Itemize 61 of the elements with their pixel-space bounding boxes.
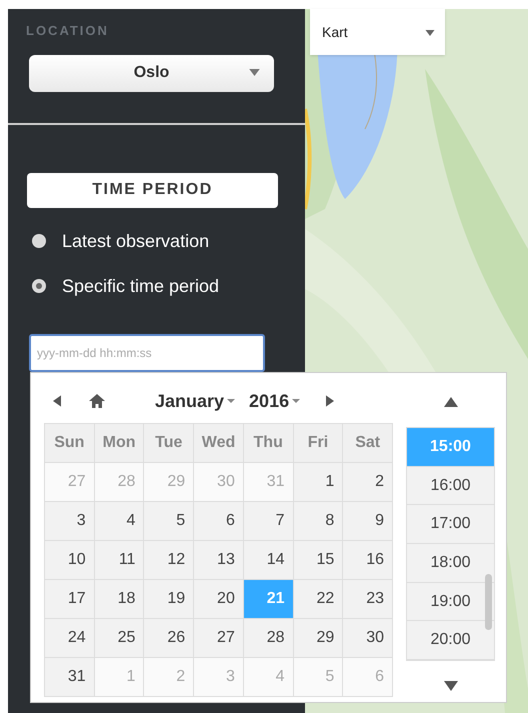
day-cell[interactable]: 12	[144, 541, 194, 579]
caret-icon	[425, 30, 435, 36]
date-input[interactable]: yyy-mm-dd hh:mm:ss	[29, 334, 265, 372]
radio-label[interactable]: Latest observation	[62, 228, 210, 254]
weekday-header: Wed	[194, 424, 243, 462]
day-cell[interactable]: 18	[94, 580, 144, 618]
day-cell[interactable]: 15	[294, 541, 342, 579]
caret-icon	[249, 68, 260, 76]
home-icon[interactable]	[89, 394, 105, 408]
weekday-header: Thu	[244, 424, 293, 462]
day-cell[interactable]: 26	[144, 619, 194, 657]
weekday-header: Sun	[45, 424, 94, 462]
day-cell[interactable]: 11	[94, 541, 144, 579]
location-select[interactable]: Oslo	[29, 54, 274, 92]
day-cell[interactable]: 28	[244, 619, 293, 657]
day-cell[interactable]: 19	[144, 580, 194, 618]
caret-icon	[227, 399, 236, 403]
day-cell[interactable]: 25	[94, 619, 144, 657]
map-type-select[interactable]: Kart	[310, 9, 445, 55]
day-cell[interactable]: 10	[45, 541, 94, 579]
day-cell[interactable]: 30	[343, 619, 392, 657]
day-cell[interactable]: 1	[294, 463, 342, 501]
weekday-header: Tue	[144, 424, 194, 462]
location-label: LOCATION	[26, 22, 110, 40]
radio-label[interactable]: Specific time period	[62, 272, 220, 300]
day-cell[interactable]: 20	[194, 580, 243, 618]
day-cell[interactable]: 8	[294, 502, 342, 540]
day-cell[interactable]: 6	[194, 502, 243, 540]
weekday-header: Sat	[343, 424, 392, 462]
caret-icon	[292, 399, 300, 403]
day-cell[interactable]: 31	[45, 658, 94, 696]
day-cell[interactable]: 16	[343, 541, 392, 579]
day-cell[interactable]: 5	[144, 502, 194, 540]
day-cell[interactable]: 29	[294, 619, 342, 657]
previous-month-icon[interactable]	[53, 393, 61, 409]
time-option[interactable]: 18:00	[407, 544, 494, 583]
day-cell[interactable]: 17	[45, 580, 94, 618]
month-select[interactable]: January	[155, 388, 236, 414]
day-cell[interactable]: 24	[45, 619, 94, 657]
day-cell[interactable]: 27	[194, 619, 243, 657]
day-cell[interactable]: 9	[343, 502, 392, 540]
time-option[interactable]: 16:00	[407, 466, 494, 506]
day-cell[interactable]: 22	[294, 580, 342, 618]
weekday-header: Fri	[294, 424, 342, 462]
time-option[interactable]: 19:00	[407, 582, 494, 622]
day-cell[interactable]: 13	[194, 541, 243, 579]
time-option[interactable]: 17:00	[407, 505, 494, 544]
weekday-header: Mon	[94, 424, 144, 462]
day-cell[interactable]: 4	[94, 502, 144, 540]
radio-button[interactable]	[32, 234, 46, 248]
time-option[interactable]: 20:00	[407, 621, 494, 660]
year-select[interactable]: 2016	[249, 388, 300, 414]
day-cell[interactable]: 2	[343, 463, 392, 501]
next-month-icon[interactable]	[326, 393, 334, 409]
day-cell[interactable]: 14	[244, 541, 293, 579]
day-cell[interactable]: 3	[45, 502, 94, 540]
radio-button[interactable]	[32, 279, 46, 293]
scrollbar-thumb[interactable]	[485, 574, 492, 630]
day-cell[interactable]: 23	[343, 580, 392, 618]
day-cell[interactable]: 7	[244, 502, 293, 540]
section-header: TIME PERIOD	[27, 172, 278, 208]
